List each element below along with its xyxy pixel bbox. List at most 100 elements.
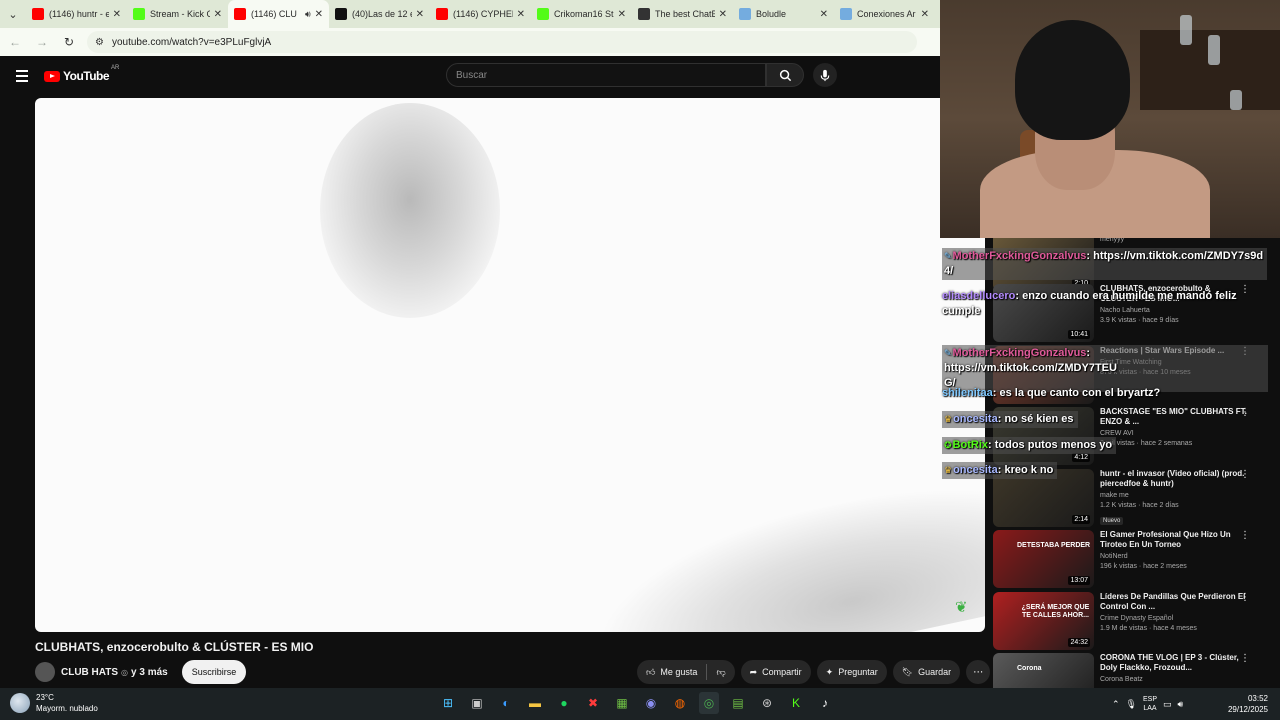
tab-close-icon[interactable]: ✕	[820, 9, 828, 20]
tab-title: Stream - Kick C	[150, 9, 210, 19]
network-icon[interactable]: ▭	[1163, 699, 1172, 710]
edge-icon[interactable]: ◐	[496, 692, 516, 714]
recommendation-item[interactable]: DETESTABA PERDER 13:07 El Gamer Profesiona…	[993, 530, 1275, 588]
ask-button[interactable]: ✦ Preguntar	[816, 660, 887, 684]
browser-tab[interactable]: Boludle ✕	[733, 0, 834, 28]
microphone-tray-icon[interactable]: 🎙︎	[1126, 699, 1137, 710]
terminal-icon[interactable]: ▤	[728, 692, 748, 714]
more-options-icon[interactable]: ⋮	[1240, 592, 1250, 603]
forward-arrow-icon[interactable]: →	[30, 30, 54, 54]
tab-close-icon[interactable]: ✕	[416, 9, 424, 20]
browser-tab[interactable]: Crikoman16 St ✕	[531, 0, 632, 28]
channel-row: CLUB HATS ◎ y 3 más Suscribirse	[35, 660, 247, 684]
youtube-logo[interactable]: YouTube AR	[44, 65, 119, 83]
windows-start-icon[interactable]: ⊞	[438, 692, 458, 714]
thumbs-down-icon[interactable]: 👎︎	[716, 667, 725, 678]
tab-close-icon[interactable]: ✕	[719, 9, 727, 20]
subscribe-button[interactable]: Suscribirse	[181, 660, 247, 684]
thumbnail-overlay-text: ¿SERÁ MEJOR QUE TE CALLES AHOR...	[1021, 604, 1090, 619]
recommendation-item[interactable]: ¿SERÁ MEJOR QUE TE CALLES AHOR... 24:32 Lí…	[993, 592, 1275, 650]
menu-icon[interactable]	[16, 70, 28, 82]
browser-tab[interactable]: (1146) CLU 🔊︎ ✕	[228, 0, 329, 28]
browser-tab[interactable]: (1146) huntr - el ✕	[26, 0, 127, 28]
thumbnail-overlay-text: Corona	[1017, 665, 1042, 672]
chat-text-continuation: 4/	[944, 265, 954, 277]
collaborators-link[interactable]: y 3 más	[131, 667, 168, 678]
video-duration: 2:14	[1072, 515, 1090, 524]
chat-username[interactable]: BotRix	[953, 439, 988, 451]
site-settings-icon[interactable]: ⚙	[95, 37, 104, 48]
chat-username[interactable]: eliasdellucero	[942, 290, 1015, 302]
chat-username[interactable]: shilenitaa	[942, 387, 993, 399]
tab-close-icon[interactable]: ✕	[921, 9, 929, 20]
file-explorer-icon[interactable]: ▬	[525, 692, 545, 714]
webcam-person-hair	[1015, 20, 1130, 140]
recommendation-thumbnail[interactable]: DETESTABA PERDER 13:07	[993, 530, 1094, 588]
spotify-icon[interactable]: ●	[554, 692, 574, 714]
tab-close-icon[interactable]: ✕	[315, 9, 323, 20]
recommendation-channel[interactable]: NotiNerd	[1100, 553, 1250, 560]
youtube-play-icon	[44, 70, 60, 82]
weather-widget[interactable]: 23°C Mayorm. nublado	[10, 692, 98, 714]
like-button[interactable]: Me gusta	[660, 667, 697, 677]
share-label: Compartir	[762, 667, 802, 677]
chat-username[interactable]: MotherFxckingGonzalvus	[953, 347, 1087, 359]
discord-icon[interactable]: ◉	[641, 692, 661, 714]
recommendation-title[interactable]: Líderes De Pandillas Que Perdieron El Co…	[1100, 592, 1250, 612]
recommendation-title[interactable]: El Gamer Profesional Que Hizo Un Tiroteo…	[1100, 530, 1250, 550]
tab-favicon-icon	[234, 8, 246, 20]
browser-tab[interactable]: (40)Las de 12 e ✕	[329, 0, 430, 28]
recommendation-thumbnail[interactable]: ¿SERÁ MEJOR QUE TE CALLES AHOR... 24:32	[993, 592, 1094, 650]
voice-search-button[interactable]	[813, 63, 837, 87]
recommendation-thumbnail[interactable]: Corona	[993, 653, 1094, 688]
recommendation-channel[interactable]: make me	[1100, 492, 1250, 499]
channel-avatar[interactable]	[35, 662, 55, 682]
tiktok-icon[interactable]: ♪	[815, 692, 835, 714]
browser-tab[interactable]: Conexiones Ar ✕	[834, 0, 935, 28]
search-input[interactable]: Buscar	[446, 63, 766, 87]
reload-icon[interactable]: ↻	[57, 30, 81, 54]
tab-search-chevron-icon[interactable]: ⌄	[0, 0, 26, 28]
tab-audio-icon[interactable]: 🔊︎	[305, 9, 311, 20]
chrome-icon[interactable]: ◎	[699, 692, 719, 714]
share-button[interactable]: ➦ Compartir	[740, 660, 811, 684]
task-view-icon[interactable]: ▣	[467, 692, 487, 714]
recommendation-channel[interactable]: Corona Beatz	[1100, 676, 1250, 683]
channel-watermark-icon[interactable]: ❦	[955, 598, 977, 616]
recommendation-item[interactable]: Corona CORONA THE VLOG | EP 3 - Clúster, …	[993, 653, 1275, 688]
app-x-icon[interactable]: ✖	[583, 692, 603, 714]
obs-icon[interactable]: ◍	[670, 692, 690, 714]
video-player[interactable]: ❦	[35, 98, 985, 632]
recommendation-title[interactable]: CORONA THE VLOG | EP 3 - Clúster, Doly F…	[1100, 653, 1250, 673]
kick-icon[interactable]: K	[786, 692, 806, 714]
chat-username[interactable]: MotherFxckingGonzalvus	[953, 250, 1087, 262]
tab-favicon-icon	[739, 8, 751, 20]
language-indicator[interactable]: ESP LAA	[1143, 695, 1157, 713]
volume-icon[interactable]: 🔊︎	[1178, 699, 1184, 710]
chat-username[interactable]: oncesita	[953, 464, 998, 476]
tray-chevron-icon[interactable]: ⌃	[1112, 699, 1120, 710]
tab-close-icon[interactable]: ✕	[517, 9, 525, 20]
chat-username[interactable]: oncesita	[953, 413, 998, 425]
minecraft-icon[interactable]: ▦	[612, 692, 632, 714]
tab-close-icon[interactable]: ✕	[618, 9, 626, 20]
browser-tab[interactable]: (1146) CYPHER ✕	[430, 0, 531, 28]
thumbs-up-icon[interactable]: 👍︎	[646, 667, 655, 678]
steam-icon[interactable]: ⊛	[757, 692, 777, 714]
browser-tab[interactable]: The best ChatB ✕	[632, 0, 733, 28]
more-options-icon[interactable]: ⋮	[1240, 530, 1250, 541]
back-arrow-icon[interactable]: ←	[3, 30, 27, 54]
clock-date: 29/12/2025	[1227, 705, 1268, 714]
like-divider	[706, 664, 708, 680]
more-actions-icon[interactable]: ⋯	[966, 660, 991, 684]
address-bar[interactable]: ⚙ youtube.com/watch?v=e3PLuFglvjA	[87, 31, 917, 53]
search-button[interactable]	[766, 63, 804, 87]
tab-close-icon[interactable]: ✕	[113, 9, 121, 20]
clock[interactable]: 03:52 29/12/2025	[1220, 693, 1268, 715]
tab-close-icon[interactable]: ✕	[214, 9, 222, 20]
more-options-icon[interactable]: ⋮	[1240, 653, 1250, 664]
save-button[interactable]: 🔖︎ Guardar	[892, 660, 961, 684]
recommendation-channel[interactable]: Crime Dynasty Español	[1100, 615, 1250, 622]
channel-name[interactable]: CLUB HATS	[61, 667, 118, 678]
browser-tab[interactable]: Stream - Kick C ✕	[127, 0, 228, 28]
